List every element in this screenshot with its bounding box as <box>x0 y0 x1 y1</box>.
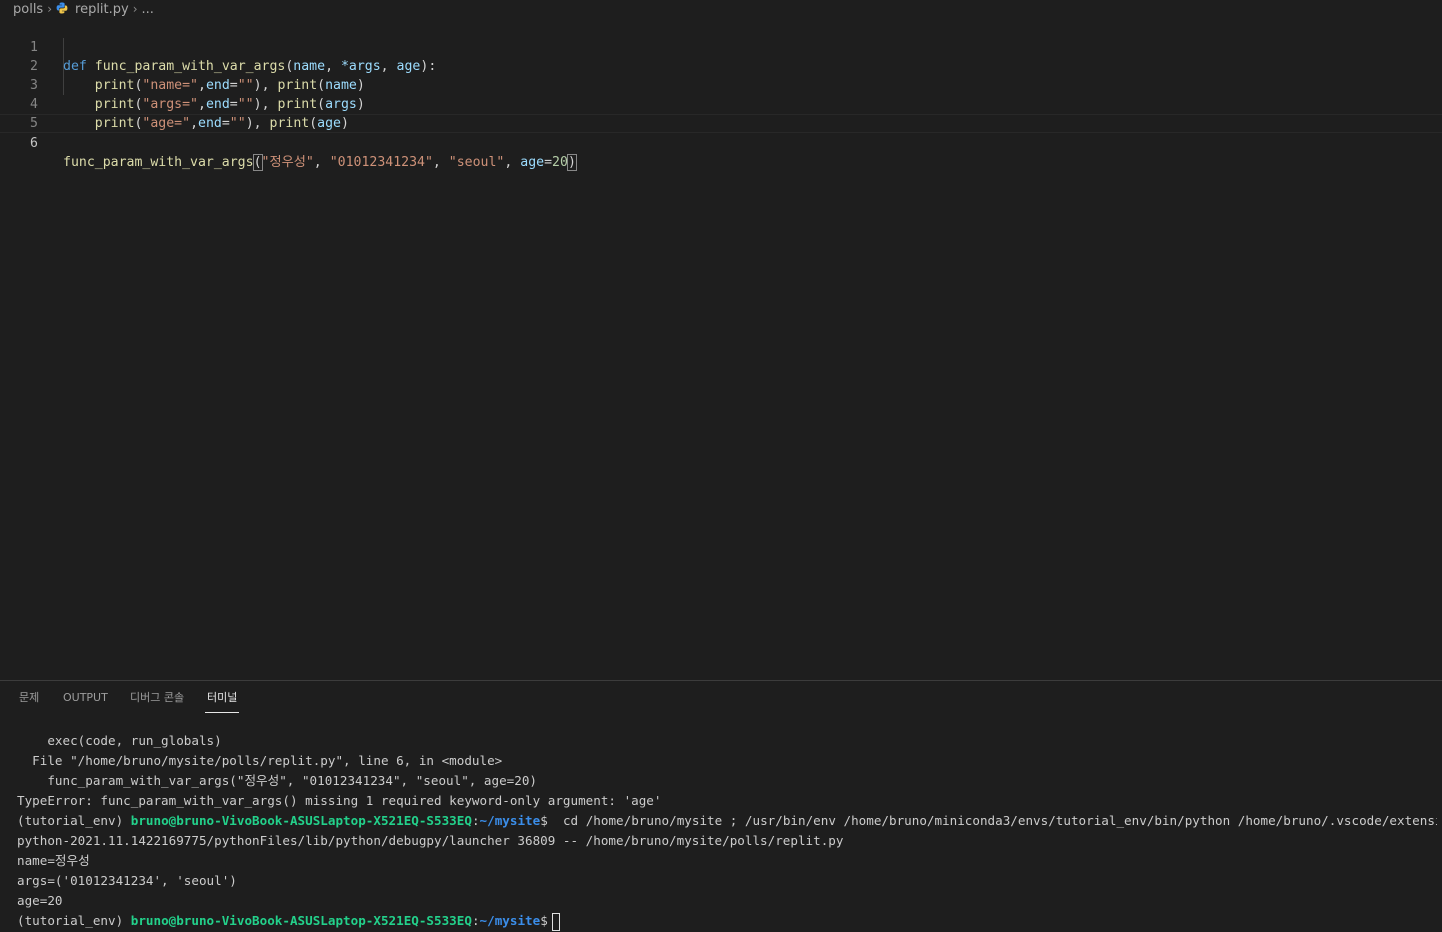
breadcrumb-more[interactable]: ... <box>142 2 154 17</box>
terminal-line: func_param_with_var_args("정우성", "0101234… <box>17 773 538 788</box>
line-content: func_param_with_var_args("정우성", "0101234… <box>63 154 577 171</box>
prompt-user: bruno@bruno-VivoBook-ASUSLaptop-X521EQ-S… <box>130 813 472 828</box>
prompt-env: (tutorial_env) <box>17 813 131 828</box>
python-icon <box>56 2 70 16</box>
prompt-dollar: $ <box>540 813 548 828</box>
tab-debug-console[interactable]: 디버그 콘솔 <box>130 691 184 713</box>
breadcrumb-folder[interactable]: polls <box>13 2 43 17</box>
terminal-output-line: age=20 <box>17 893 63 908</box>
prompt-dollar: $ <box>540 913 548 928</box>
tab-terminal[interactable]: 터미널 <box>205 691 240 713</box>
terminal-command: cd /home/bruno/mysite ; /usr/bin/env /ho… <box>562 813 1437 828</box>
chevron-right-icon: › <box>47 2 53 16</box>
terminal-cursor <box>551 912 560 931</box>
terminal-output-line: name=정우성 <box>17 853 90 868</box>
code-line-current[interactable]: 6 func_param_with_var_args("정우성", "01012… <box>0 114 1442 171</box>
terminal-prompt-line: (tutorial_env) bruno@bruno-VivoBook-ASUS… <box>17 911 1437 931</box>
prompt-path: ~/mysite <box>479 813 541 828</box>
code-editor[interactable]: 1 def func_param_with_var_args(name, *ar… <box>0 19 1442 679</box>
terminal-output-line: args=('01012341234', 'seoul') <box>17 873 237 888</box>
code-line[interactable]: 4 print("age=",end=""), print(age) <box>0 76 1442 131</box>
breadcrumb-file[interactable]: replit.py <box>75 2 129 17</box>
terminal-prompt-line: (tutorial_env) bruno@bruno-VivoBook-ASUS… <box>17 811 1437 831</box>
tab-output[interactable]: OUTPUT <box>63 691 108 713</box>
terminal-line: TypeError: func_param_with_var_args() mi… <box>17 793 662 808</box>
terminal-line: exec(code, run_globals) <box>17 733 222 748</box>
terminal[interactable]: exec(code, run_globals) File "/home/brun… <box>17 731 1437 931</box>
breadcrumb: polls › replit.py › ... <box>0 0 1442 18</box>
prompt-colon: : <box>471 913 480 928</box>
terminal-line: python-2021.11.1422169775/pythonFiles/li… <box>17 833 844 848</box>
line-number: 6 <box>30 136 38 151</box>
prompt-path: ~/mysite <box>479 913 541 928</box>
bottom-panel: 문제 OUTPUT 디버그 콘솔 터미널 exec(code, run_glob… <box>0 680 1442 932</box>
terminal-line: File "/home/bruno/mysite/polls/replit.py… <box>17 753 503 768</box>
tab-problems[interactable]: 문제 <box>19 691 39 713</box>
prompt-env: (tutorial_env) <box>17 913 131 928</box>
prompt-user: bruno@bruno-VivoBook-ASUSLaptop-X521EQ-S… <box>130 913 472 928</box>
code-line[interactable]: 2 print("name=",end=""), print(name) <box>0 38 1442 93</box>
code-line[interactable]: 3 print("args=",end=""), print(args) <box>0 57 1442 112</box>
chevron-right-icon: › <box>132 2 138 16</box>
code-line[interactable]: 1 def func_param_with_var_args(name, *ar… <box>0 19 1442 74</box>
panel-tabs: 문제 OUTPUT 디버그 콘솔 터미널 <box>0 681 1442 717</box>
prompt-colon: : <box>471 813 480 828</box>
code-line[interactable]: 5 <box>0 95 1442 131</box>
